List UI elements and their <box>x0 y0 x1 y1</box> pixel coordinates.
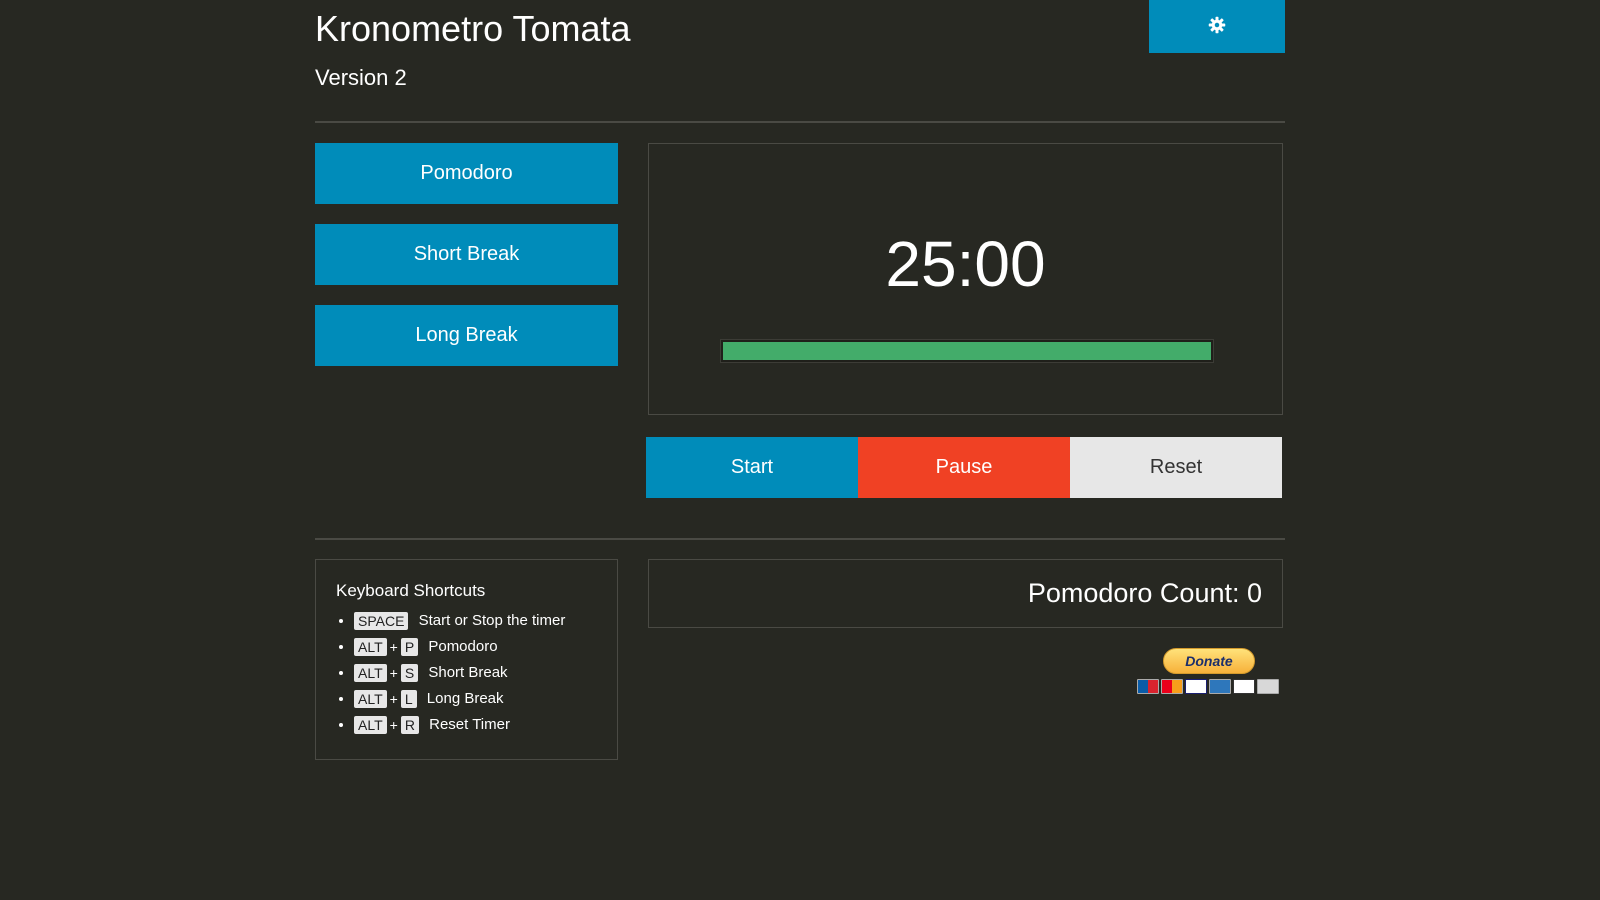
key-cap: P <box>400 638 419 657</box>
settings-button[interactable] <box>1149 0 1285 53</box>
mode-short-break-button[interactable]: Short Break <box>315 224 618 285</box>
discover-card-icon <box>1233 679 1255 694</box>
shortcut-description: Long Break <box>426 690 504 708</box>
shortcut-item: ALT+L Long Break <box>354 686 597 712</box>
shortcut-item: ALT+P Pomodoro <box>354 634 597 660</box>
divider-bottom <box>315 538 1285 540</box>
start-button[interactable]: Start <box>646 437 858 498</box>
shortcuts-list: SPACE Start or Stop the timer ALT+P Pomo… <box>336 608 597 738</box>
shortcut-item: ALT+S Short Break <box>354 660 597 686</box>
timer-display: 25:00 <box>885 228 1046 300</box>
reset-button[interactable]: Reset <box>1070 437 1282 498</box>
page-title: Kronometro Tomata <box>315 8 631 49</box>
shortcuts-title: Keyboard Shortcuts <box>336 581 486 600</box>
donate-widget: Donate <box>1137 648 1282 696</box>
key-cap: ALT <box>354 664 387 683</box>
key-cap: SPACE <box>354 612 409 631</box>
shortcut-description: Short Break <box>428 664 508 682</box>
gear-icon <box>1208 16 1226 37</box>
payment-cards <box>1137 679 1279 694</box>
pause-button[interactable]: Pause <box>858 437 1070 498</box>
amex-card-icon <box>1209 679 1231 694</box>
timer-panel: 25:00 <box>648 143 1283 415</box>
key-cap: ALT <box>354 690 387 709</box>
shortcut-item: SPACE Start or Stop the timer <box>354 608 597 634</box>
key-cap: ALT <box>354 638 387 657</box>
shortcut-description: Pomodoro <box>428 638 498 656</box>
mode-pomodoro-button[interactable]: Pomodoro <box>315 143 618 204</box>
key-cap: ALT <box>354 716 387 735</box>
key-cap: S <box>400 664 419 683</box>
plus-sign: + <box>389 717 398 734</box>
divider-top <box>315 121 1285 123</box>
pomodoro-count: Pomodoro Count: 0 <box>1027 578 1262 608</box>
key-cap: L <box>400 690 417 709</box>
keyboard-shortcuts-panel: Keyboard Shortcuts SPACE Start or Stop t… <box>315 559 618 760</box>
timer-progress-fill <box>723 342 1211 360</box>
donate-button[interactable]: Donate <box>1163 648 1255 674</box>
plus-sign: + <box>389 665 398 682</box>
shortcut-item: ALT+R Reset Timer <box>354 712 597 738</box>
mastercard-card-icon <box>1161 679 1183 694</box>
timer-progress-bar <box>720 339 1214 363</box>
pomodoro-count-panel: Pomodoro Count: 0 <box>648 559 1283 628</box>
page-subtitle: Version 2 <box>315 65 407 90</box>
visa-card-icon <box>1185 679 1207 694</box>
plus-sign: + <box>389 691 398 708</box>
shortcut-description: Start or Stop the timer <box>418 612 566 630</box>
plus-sign: + <box>389 639 398 656</box>
shortcut-description: Reset Timer <box>429 716 510 734</box>
key-cap: R <box>400 716 419 735</box>
maestro-card-icon <box>1137 679 1159 694</box>
mode-long-break-button[interactable]: Long Break <box>315 305 618 366</box>
bank-card-icon <box>1257 679 1279 694</box>
